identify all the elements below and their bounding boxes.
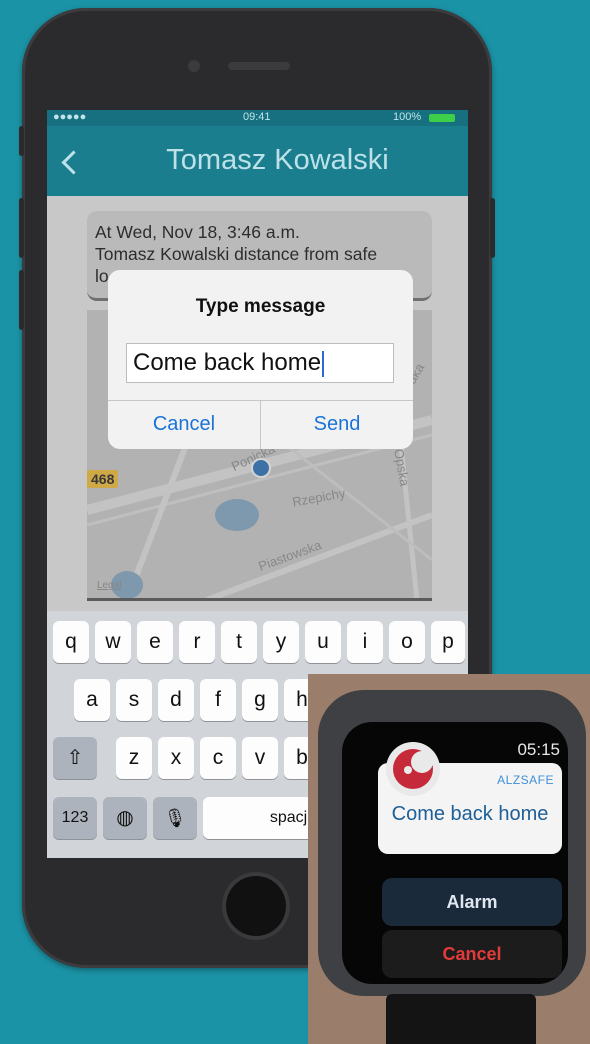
page-title: Tomasz Kowalski: [166, 144, 389, 176]
front-camera: [188, 60, 200, 72]
key-t[interactable]: t: [221, 621, 257, 663]
navigation-bar: Tomasz Kowalski: [47, 126, 468, 196]
power-button: [490, 198, 495, 258]
home-button[interactable]: [226, 876, 286, 936]
apple-watch-case: 05:15 ALZSAFE Come back home Alarm Cance…: [318, 690, 586, 996]
globe-icon[interactable]: ◍: [103, 797, 147, 839]
watch-photo: 05:15 ALZSAFE Come back home Alarm Cance…: [308, 674, 590, 1044]
volume-up-button: [19, 198, 24, 258]
watch-app-name: ALZSAFE: [497, 773, 554, 787]
send-button[interactable]: Send: [261, 400, 413, 449]
signal-indicator: ●●●●●: [53, 111, 87, 123]
key-x[interactable]: x: [158, 737, 194, 779]
key-a[interactable]: a: [74, 679, 110, 721]
earpiece-speaker: [228, 62, 290, 70]
message-input-value: Come back home: [133, 349, 322, 376]
battery-percent: 100%: [393, 111, 422, 123]
mute-switch: [19, 126, 24, 156]
key-v[interactable]: v: [242, 737, 278, 779]
key-d[interactable]: d: [158, 679, 194, 721]
microphone-icon[interactable]: 🎙: [153, 797, 197, 839]
key-g[interactable]: g: [242, 679, 278, 721]
text-caret: [322, 350, 325, 377]
cancel-button[interactable]: Cancel: [108, 400, 260, 449]
shift-key-icon[interactable]: ⇧: [53, 737, 97, 779]
key-r[interactable]: r: [179, 621, 215, 663]
dialog-title: Type message: [195, 296, 326, 317]
type-message-dialog: Type message Come back home Cancel Send: [108, 270, 413, 449]
key-w[interactable]: w: [95, 621, 131, 663]
key-u[interactable]: u: [305, 621, 341, 663]
key-q[interactable]: q: [53, 621, 89, 663]
numbers-key[interactable]: 123: [53, 797, 97, 839]
key-o[interactable]: o: [389, 621, 425, 663]
battery-icon: [429, 114, 455, 122]
watch-message: Come back home: [391, 803, 549, 825]
message-input[interactable]: Come back home: [126, 343, 394, 383]
key-i[interactable]: i: [347, 621, 383, 663]
key-p[interactable]: p: [431, 621, 465, 663]
volume-down-button: [19, 270, 24, 330]
status-time: 09:41: [243, 111, 271, 123]
key-e[interactable]: e: [137, 621, 173, 663]
watch-band: [386, 994, 536, 1044]
key-f[interactable]: f: [200, 679, 236, 721]
alzsafe-logo-icon: [386, 742, 440, 796]
key-z[interactable]: z: [116, 737, 152, 779]
alarm-button[interactable]: Alarm: [382, 878, 562, 926]
watch-cancel-button[interactable]: Cancel: [382, 930, 562, 978]
key-c[interactable]: c: [200, 737, 236, 779]
status-bar: ●●●●● 09:41 100%: [47, 110, 468, 126]
watch-time: 05:15: [517, 740, 560, 759]
watch-screen: 05:15 ALZSAFE Come back home Alarm Cance…: [342, 722, 568, 984]
key-s[interactable]: s: [116, 679, 152, 721]
key-y[interactable]: y: [263, 621, 299, 663]
